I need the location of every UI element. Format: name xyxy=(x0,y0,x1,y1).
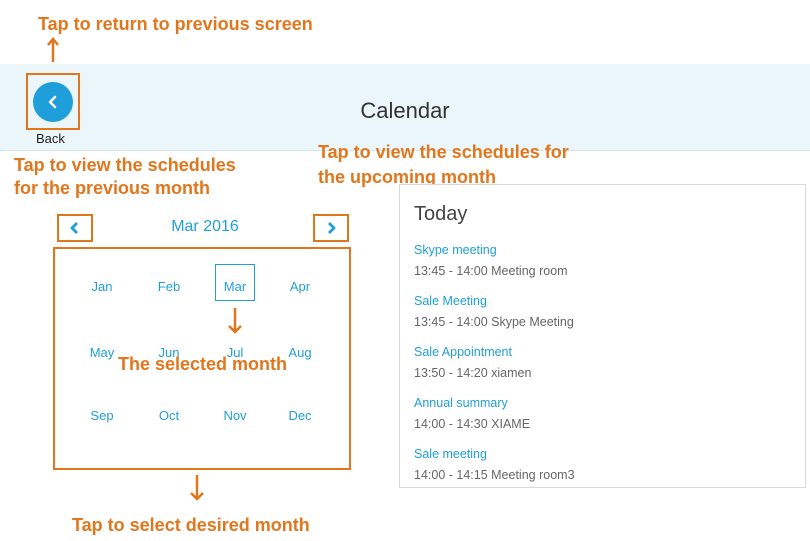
event-time: 13:45 - 14:00 Skype Meeting xyxy=(414,315,574,329)
event-name[interactable]: Annual summary xyxy=(414,396,508,410)
annotation-prev-line1: Tap to view the schedules xyxy=(14,155,236,175)
prev-month-button[interactable] xyxy=(63,217,87,239)
month-mar[interactable]: Mar xyxy=(205,279,265,294)
annotation-arrow-down-icon xyxy=(190,475,204,501)
annotation-next-line1: Tap to view the schedules for xyxy=(318,142,569,162)
chevron-right-icon xyxy=(328,222,336,234)
today-panel: Today Skype meeting 13:45 - 14:00 Meetin… xyxy=(399,184,806,488)
annotation-back: Tap to return to previous screen xyxy=(38,14,313,34)
annotation-select-desired: Tap to select desired month xyxy=(72,515,310,535)
event-name[interactable]: Sale Appointment xyxy=(414,345,512,359)
annotation-arrow-down-icon xyxy=(228,308,242,334)
today-title: Today xyxy=(414,203,468,225)
annotation-arrow-up-icon xyxy=(47,37,59,62)
current-month-label: Mar 2016 xyxy=(171,218,239,235)
event-name[interactable]: Sale Meeting xyxy=(414,294,487,308)
event-time: 13:45 - 14:00 Meeting room xyxy=(414,264,568,278)
event-time: 14:00 - 14:15 Meeting room3 xyxy=(414,468,575,482)
event-name[interactable]: Skype meeting xyxy=(414,243,497,257)
month-jan[interactable]: Jan xyxy=(72,279,132,294)
page-title: Calendar xyxy=(360,98,450,123)
month-feb[interactable]: Feb xyxy=(139,279,199,294)
month-sep[interactable]: Sep xyxy=(72,408,132,423)
event-time: 13:50 - 14:20 xiamen xyxy=(414,366,532,380)
event-time: 14:00 - 14:30 XIAME xyxy=(414,417,531,431)
back-label: Back xyxy=(36,131,65,146)
month-apr[interactable]: Apr xyxy=(270,279,330,294)
annotation-selected: The selected month xyxy=(118,354,288,374)
month-dec[interactable]: Dec xyxy=(270,408,330,423)
month-oct[interactable]: Oct xyxy=(139,408,199,423)
month-nov[interactable]: Nov xyxy=(205,408,265,423)
next-month-button[interactable] xyxy=(319,217,343,239)
chevron-left-icon xyxy=(70,222,78,234)
event-name[interactable]: Sale meeting xyxy=(414,447,487,461)
annotation-prev-line2: for the previous month xyxy=(14,178,211,198)
annotation-box-back xyxy=(26,73,80,130)
